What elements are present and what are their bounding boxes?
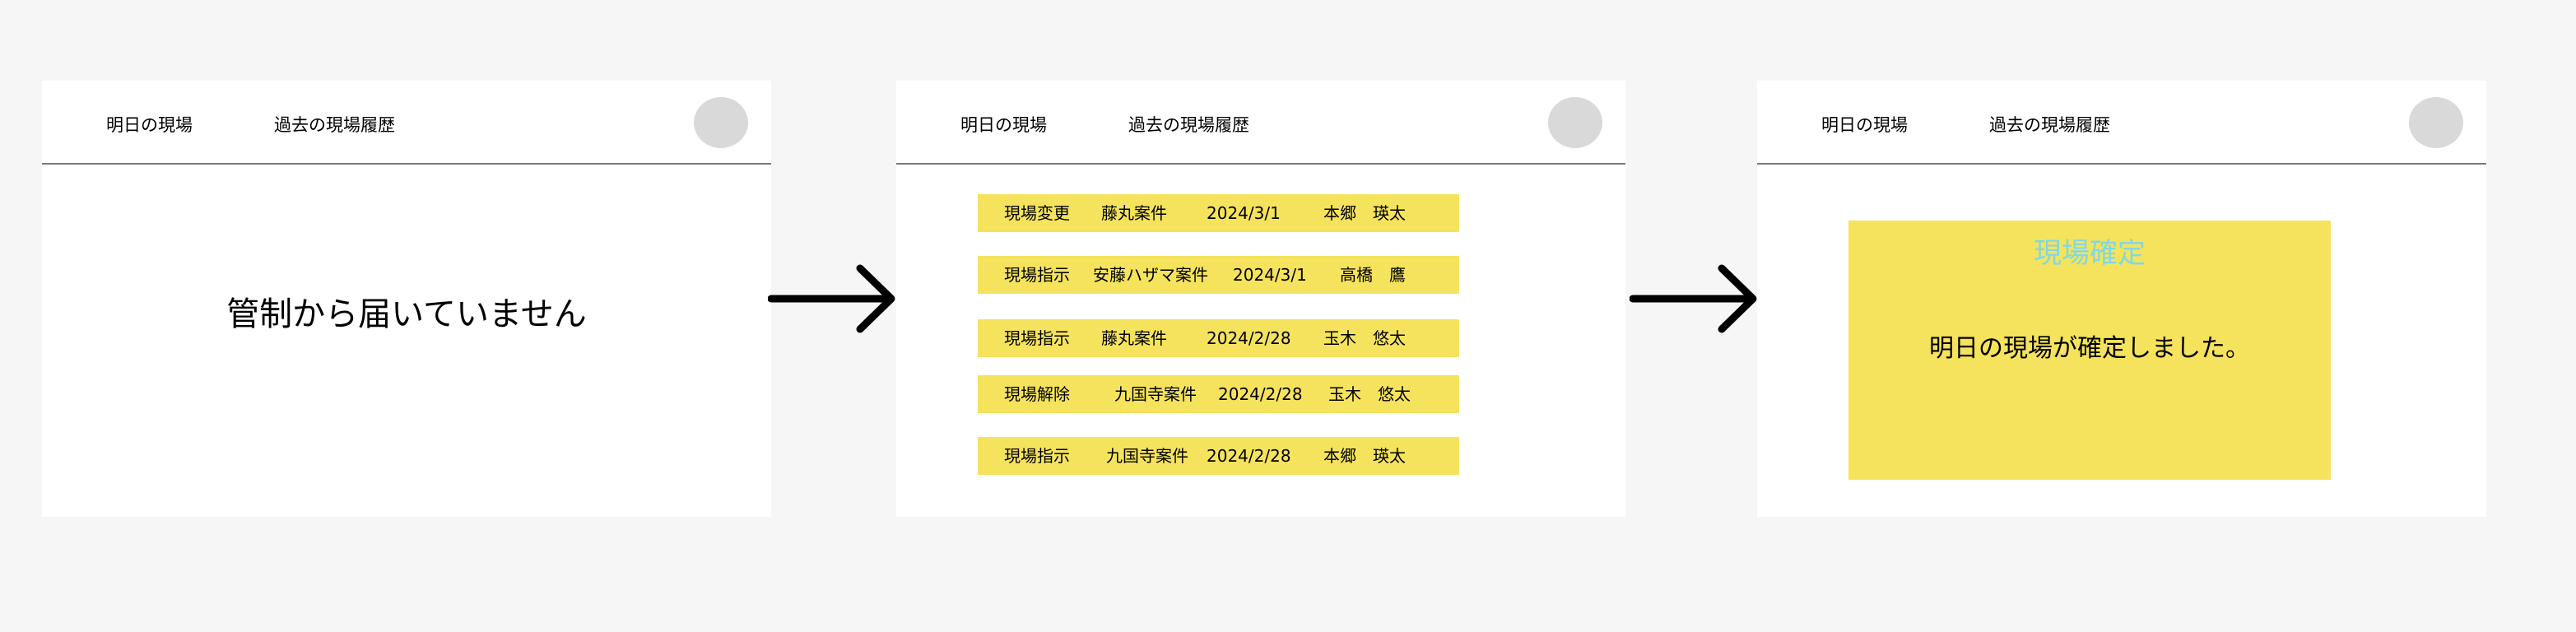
notification-item[interactable]: 現場解除 九国寺案件 2024/2/28 玉木 悠太: [978, 375, 1459, 413]
nav-tab-site-history[interactable]: 過去の現場履歴: [274, 114, 395, 137]
nav-tab-site-history[interactable]: 過去の現場履歴: [1989, 114, 2110, 137]
notification-project: 藤丸案件: [1101, 203, 1167, 223]
avatar[interactable]: [694, 97, 748, 148]
app-header: 明日の現場 過去の現場履歴: [42, 81, 771, 165]
screen-notification-list: 明日の現場 過去の現場履歴 現場変更 藤丸案件 2024/3/1 本郷 瑛太 現…: [896, 81, 1625, 517]
notification-person: 高橋 鷹: [1340, 265, 1406, 285]
notification-item[interactable]: 現場変更 藤丸案件 2024/3/1 本郷 瑛太: [978, 194, 1459, 232]
confirmation-message: 明日の現場が確定しました。: [1929, 334, 2250, 363]
notification-project: 安藤ハザマ案件: [1093, 265, 1208, 285]
app-header: 明日の現場 過去の現場履歴: [1757, 81, 2486, 165]
notification-person: 玉木 悠太: [1328, 384, 1411, 404]
notification-project: 九国寺案件: [1114, 384, 1197, 404]
notification-date: 2024/2/28: [1207, 446, 1291, 466]
confirmation-title: 現場確定: [2034, 237, 2146, 270]
notification-date: 2024/2/28: [1207, 328, 1291, 348]
notification-item[interactable]: 現場指示 九国寺案件 2024/2/28 本郷 瑛太: [978, 437, 1459, 475]
notification-person: 玉木 悠太: [1323, 328, 1406, 348]
notification-date: 2024/3/1: [1233, 265, 1307, 285]
notification-item[interactable]: 現場指示 安藤ハザマ案件 2024/3/1 高橋 鷹: [978, 256, 1459, 294]
notification-item[interactable]: 現場指示 藤丸案件 2024/2/28 玉木 悠太: [978, 319, 1459, 357]
notification-date: 2024/3/1: [1207, 203, 1281, 223]
notification-type: 現場変更: [1004, 203, 1070, 223]
notification-date: 2024/2/28: [1218, 384, 1303, 404]
notification-type: 現場指示: [1004, 328, 1070, 348]
avatar[interactable]: [1548, 97, 1602, 148]
nav-tab-site-history[interactable]: 過去の現場履歴: [1128, 114, 1249, 137]
nav-tab-tomorrow-site[interactable]: 明日の現場: [1821, 114, 1908, 137]
notification-type: 現場指示: [1004, 265, 1070, 285]
notification-project: 藤丸案件: [1101, 328, 1167, 348]
flow-arrow-icon: [768, 264, 895, 333]
empty-state-message: 管制から届いていません: [226, 295, 587, 333]
notification-person: 本郷 瑛太: [1323, 203, 1406, 223]
notification-project: 九国寺案件: [1106, 446, 1188, 466]
nav-tab-tomorrow-site[interactable]: 明日の現場: [960, 114, 1047, 137]
notification-type: 現場解除: [1004, 384, 1070, 404]
nav-tab-tomorrow-site[interactable]: 明日の現場: [106, 114, 193, 137]
confirmation-card: 現場確定 明日の現場が確定しました。: [1848, 221, 2331, 480]
screen-site-confirmed: 明日の現場 過去の現場履歴 現場確定 明日の現場が確定しました。: [1757, 81, 2486, 517]
app-header: 明日の現場 過去の現場履歴: [896, 81, 1625, 165]
notification-person: 本郷 瑛太: [1323, 446, 1406, 466]
avatar[interactable]: [2409, 97, 2463, 148]
screen-no-notifications: 明日の現場 過去の現場履歴 管制から届いていません: [42, 81, 771, 517]
notification-type: 現場指示: [1004, 446, 1070, 466]
flow-arrow-icon: [1630, 264, 1757, 333]
